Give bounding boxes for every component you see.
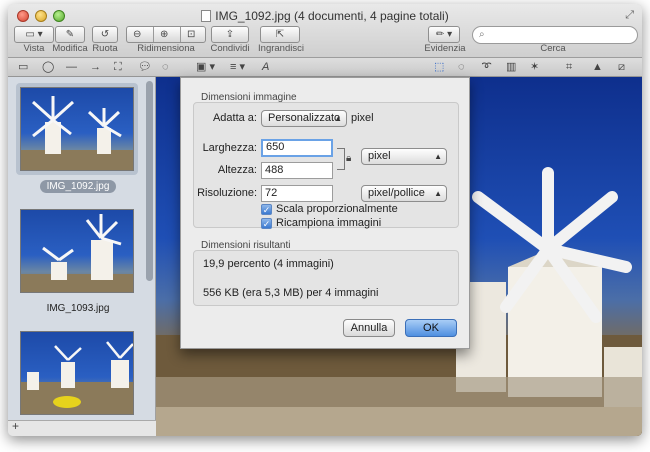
thumbnail-image bbox=[20, 209, 134, 293]
popup-arrows-icon: ▲ bbox=[334, 114, 342, 123]
thought-bubble-icon[interactable]: ◌ bbox=[162, 60, 169, 74]
fit-popup-value: Personalizzato bbox=[268, 112, 341, 124]
cancel-button[interactable]: Annulla bbox=[343, 319, 395, 337]
resolution-unit-popup[interactable]: pixel/pollice ▲ bbox=[361, 185, 447, 202]
resize-dialog: Dimensioni immagine Adatta a: Personaliz… bbox=[180, 77, 470, 349]
height-label: Altezza: bbox=[217, 164, 257, 176]
rotate-label: Ruota bbox=[92, 43, 118, 54]
search-label: Cerca bbox=[540, 43, 566, 54]
fit-label: Adatta a: bbox=[212, 112, 257, 124]
edit-button[interactable]: ✎ bbox=[55, 26, 85, 43]
thumbnail-caption: IMG_1093.jpg bbox=[46, 303, 110, 314]
preview-window: IMG_1092.jpg (4 documenti, 4 pagine tota… bbox=[8, 4, 642, 436]
view-icon: ▭ ▾ bbox=[25, 29, 43, 40]
thumbnail-image bbox=[20, 87, 134, 171]
font-icon[interactable]: A bbox=[262, 60, 269, 74]
fullscreen-icon[interactable]: ⤢ bbox=[625, 9, 634, 22]
resample-checkbox[interactable]: ✓ bbox=[261, 218, 272, 229]
highlight-label: Evidenzia bbox=[424, 43, 466, 54]
thumbnail-caption: IMG_1092.jpg bbox=[40, 180, 116, 193]
sidebar-footer: + bbox=[8, 419, 156, 436]
enlarge-icon: ⇱ bbox=[275, 29, 285, 40]
window-title-text: IMG_1092.jpg (4 documenti, 4 pagine tota… bbox=[215, 9, 449, 23]
result-percent: 19,9 percento (4 immagini) bbox=[203, 258, 334, 270]
share-label: Condividi bbox=[210, 43, 250, 54]
titlebar: IMG_1092.jpg (4 documenti, 4 pagine tota… bbox=[8, 4, 642, 58]
arrow-tool-icon[interactable]: → bbox=[90, 60, 101, 74]
focus-tool-icon[interactable]: ⛶ bbox=[114, 60, 122, 74]
pencil-icon: ✎ bbox=[65, 29, 75, 40]
enlarge-label: Ingrandisci bbox=[258, 43, 304, 54]
adjust-color-icon[interactable]: ▲ bbox=[592, 60, 603, 74]
resample-label: Ricampiona immagini bbox=[276, 217, 382, 229]
magic-wand-icon[interactable]: ✶ bbox=[530, 60, 539, 74]
smart-lasso-icon[interactable]: ▥ bbox=[506, 60, 516, 74]
resolution-unit-value: pixel/pollice bbox=[368, 187, 425, 199]
add-icon[interactable]: + bbox=[12, 419, 19, 433]
size-unit-popup[interactable]: pixel ▲ bbox=[361, 148, 447, 165]
speech-bubble-icon[interactable]: 💬︎ bbox=[138, 60, 152, 74]
lasso-icon[interactable]: ➰︎ bbox=[482, 60, 491, 74]
color-picker-icon[interactable]: ▣ ▾ bbox=[196, 60, 215, 74]
popup-arrows-icon: ▲ bbox=[434, 189, 442, 198]
zoom-fit-icon[interactable]: ⊡ bbox=[187, 27, 195, 42]
popup-arrows-icon: ▲ bbox=[434, 152, 442, 161]
document-icon bbox=[201, 10, 212, 22]
highlighter-icon: ✏ ▾ bbox=[435, 29, 453, 40]
thumbnail-sidebar: IMG_1092.jpg IMG_1093.jpg + bbox=[8, 77, 156, 436]
view-button[interactable]: ▭ ▾ bbox=[14, 26, 54, 43]
ok-button[interactable]: OK bbox=[405, 319, 457, 337]
fit-popup[interactable]: Personalizzato ▲ bbox=[261, 110, 347, 127]
crop-icon[interactable]: ⌗ bbox=[566, 60, 572, 74]
elliptical-select-icon[interactable]: ◌ bbox=[458, 60, 465, 74]
window-title: IMG_1092.jpg (4 documenti, 4 pagine tota… bbox=[8, 9, 642, 23]
search-input[interactable]: ⌕ bbox=[472, 26, 638, 44]
share-icon: ⇪ bbox=[225, 29, 235, 40]
search-icon: ⌕ bbox=[479, 29, 485, 40]
zoom-in-icon[interactable]: ⊕ bbox=[160, 27, 168, 42]
line-tool-icon[interactable]: — bbox=[66, 60, 77, 74]
line-weight-icon[interactable]: ≡ ▾ bbox=[230, 60, 245, 74]
width-field[interactable]: 650 bbox=[261, 139, 333, 157]
oval-tool-icon[interactable]: ◯ bbox=[42, 60, 54, 74]
scale-checkbox[interactable]: ✓ bbox=[261, 204, 272, 215]
resolution-label: Risoluzione: bbox=[197, 187, 257, 199]
zoom-out-icon[interactable]: ⊖ bbox=[133, 27, 141, 42]
resize-label: Ridimensiona bbox=[137, 43, 195, 54]
sidebar-scrollbar[interactable] bbox=[146, 81, 153, 281]
edit-toolbar: ▭ ◯ — → ⛶ 💬︎ ◌ ▣ ▾ ≡ ▾ A ⬚ ◌ ➰︎ ▥ ✶ ⌗ ▲ … bbox=[8, 58, 642, 77]
rotate-button[interactable]: ↺ bbox=[92, 26, 118, 43]
thumbnail-image bbox=[20, 331, 134, 415]
rect-select-icon[interactable]: ⬚ bbox=[434, 60, 444, 74]
thumbnail-item[interactable] bbox=[16, 83, 138, 175]
lock-icon: 🔒︎ bbox=[346, 153, 352, 164]
enlarge-button[interactable]: ⇱ bbox=[260, 26, 300, 43]
resize-segment[interactable]: ⊖ ⊕ ⊡ bbox=[126, 26, 206, 43]
rotate-icon: ↺ bbox=[100, 29, 110, 40]
width-label: Larghezza: bbox=[202, 142, 257, 154]
thumbnail-item[interactable] bbox=[16, 205, 138, 297]
fit-unit-label: pixel bbox=[351, 112, 374, 124]
size-unit-value: pixel bbox=[368, 150, 391, 162]
thumbnail-item[interactable] bbox=[16, 327, 138, 419]
rectangle-tool-icon[interactable]: ▭ bbox=[18, 60, 28, 74]
highlight-button[interactable]: ✏ ▾ bbox=[428, 26, 460, 43]
scale-label: Scala proporzionalmente bbox=[276, 203, 398, 215]
proportion-bracket bbox=[337, 148, 345, 170]
height-field[interactable]: 488 bbox=[261, 162, 333, 179]
adjust-size-icon[interactable]: ⧄ bbox=[618, 60, 625, 74]
resolution-field[interactable]: 72 bbox=[261, 185, 333, 202]
share-button[interactable]: ⇪ bbox=[211, 26, 249, 43]
edit-label: Modifica bbox=[52, 43, 88, 54]
result-size: 556 KB (era 5,3 MB) per 4 immagini bbox=[203, 287, 379, 299]
